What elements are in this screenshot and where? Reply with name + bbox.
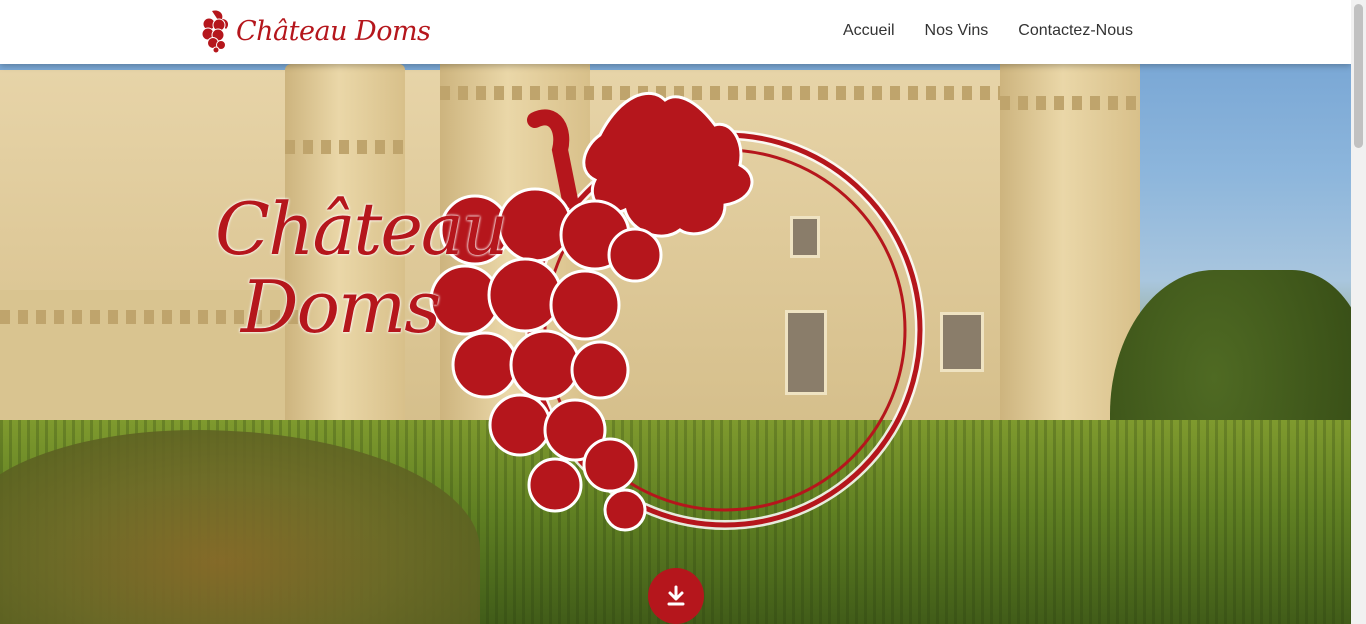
scrollbar[interactable]	[1351, 0, 1366, 624]
battlement	[1000, 96, 1140, 110]
logo-title: Château Doms	[215, 187, 508, 349]
battlement	[285, 140, 405, 154]
castle-window	[940, 312, 984, 372]
download-arrow-icon	[667, 585, 685, 606]
hero-section: Château Doms	[0, 0, 1351, 624]
nav-item-nos-vins[interactable]: Nos Vins	[925, 22, 989, 40]
chateau-doms-logo	[429, 91, 925, 532]
navbar: Château Doms Accueil Nos Vins Contactez-…	[0, 0, 1351, 64]
scrollbar-thumb[interactable]	[1354, 4, 1363, 148]
scroll-down-button[interactable]	[648, 568, 704, 624]
nav-item-accueil[interactable]: Accueil	[843, 22, 895, 40]
brand-name: Château Doms	[236, 15, 431, 47]
grape-icon	[202, 10, 229, 53]
main-nav: Accueil Nos Vins Contactez-Nous	[843, 22, 1133, 40]
logo-title-line1: Château	[215, 187, 508, 271]
nav-item-contactez-nous[interactable]: Contactez-Nous	[1018, 22, 1133, 40]
brand-logo-link[interactable]: Château Doms	[202, 8, 431, 54]
logo-title-line2: Doms	[240, 265, 441, 349]
